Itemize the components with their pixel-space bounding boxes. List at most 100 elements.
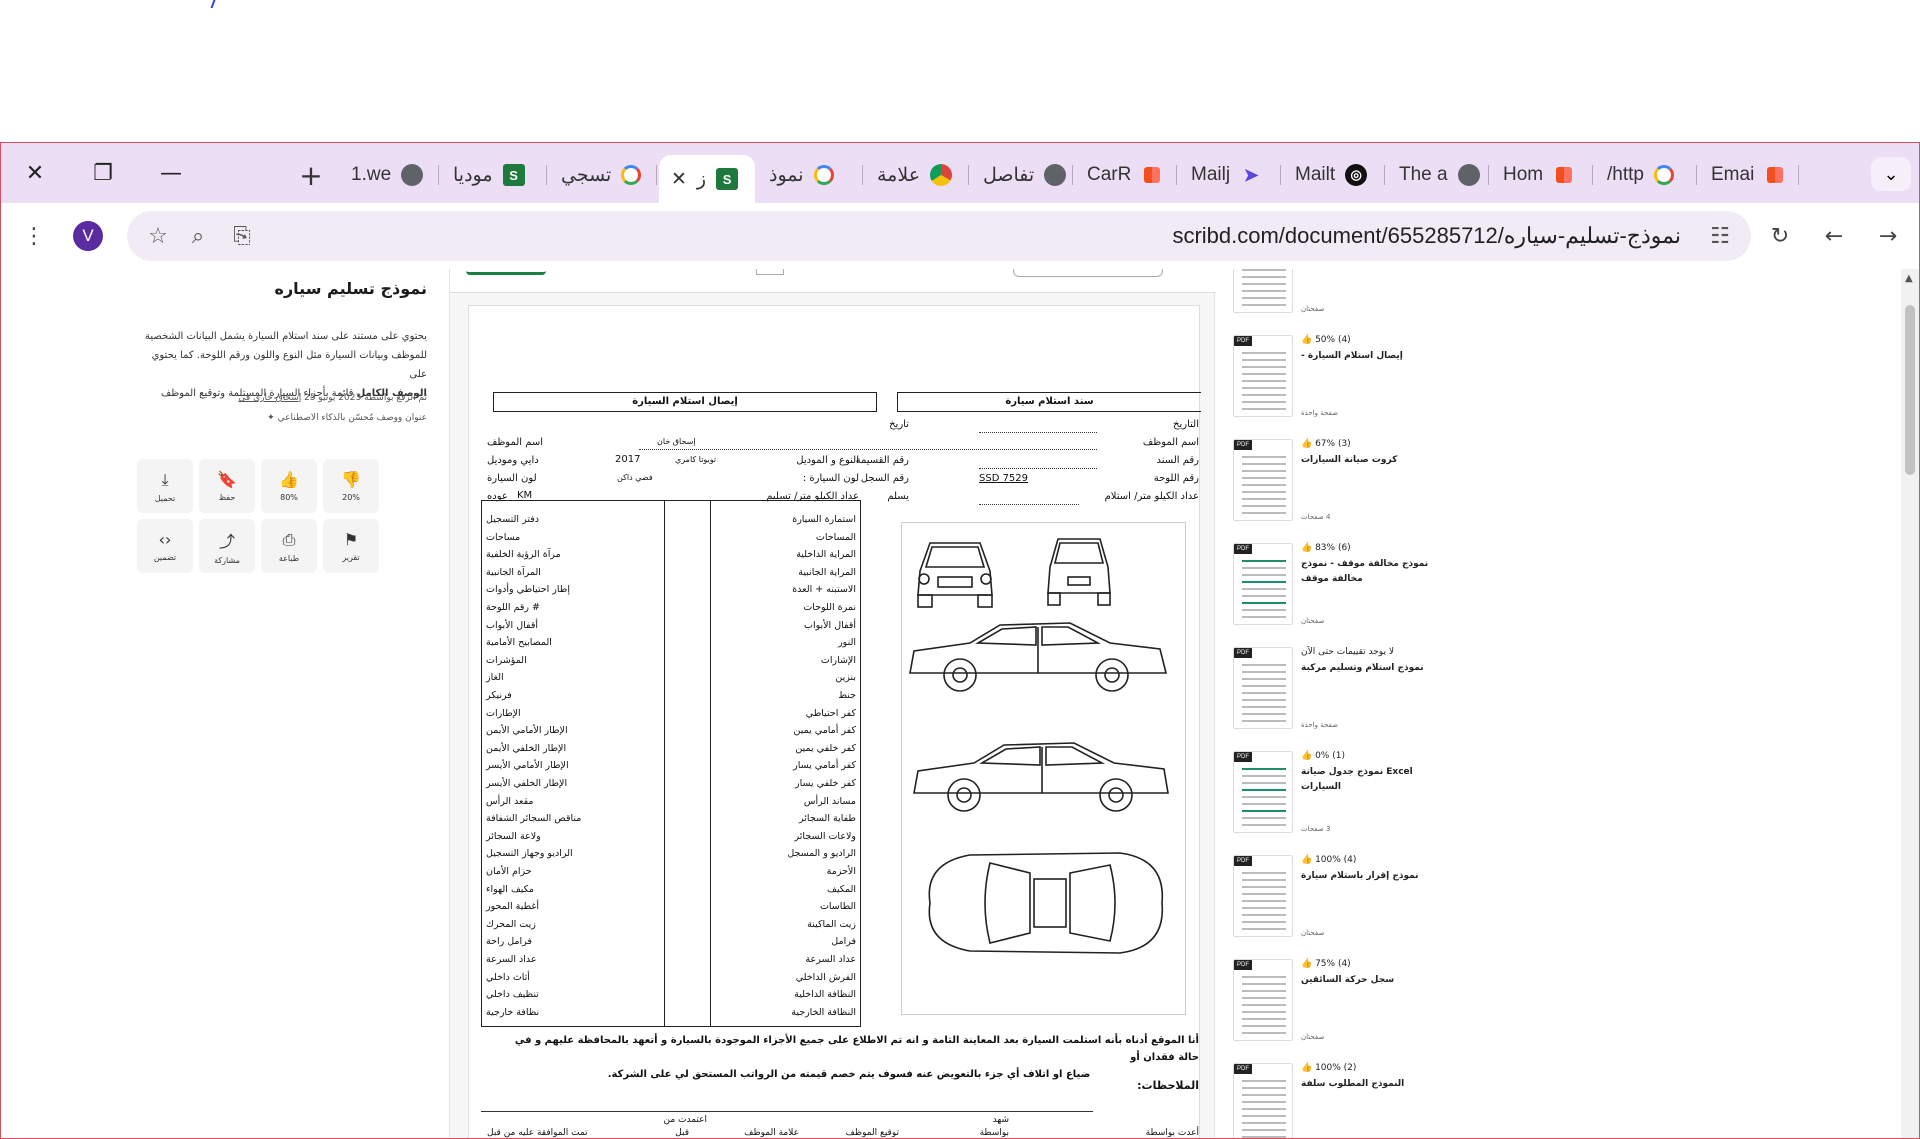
document-thumbnail[interactable]: PDF (1233, 855, 1293, 937)
tab-11[interactable]: Hom (1491, 155, 1593, 195)
item-arabic: الراديو و المسجل (787, 848, 856, 860)
zoom-icon[interactable]: ⌕ (183, 221, 213, 251)
document-thumbnail[interactable]: PDF (1233, 439, 1293, 521)
url-text[interactable]: scribd.com/document/655285712/نموذج-تسلي… (1172, 223, 1681, 249)
item-translated: الغاز (486, 672, 504, 684)
menu-kebab-icon[interactable]: ⋮ (15, 217, 53, 255)
document-thumbnail[interactable]: PDF (1233, 647, 1293, 729)
tab-10[interactable]: The a (1387, 155, 1489, 195)
related-document-card[interactable]: PDF 👍 0% (1) Excel نموذج جدول صيانة السيار… (1233, 745, 1433, 845)
odometer-receive-label: عداد الكيلو متر/ استلام (1104, 491, 1199, 502)
employee-name-value: إسحاق خان (657, 437, 696, 446)
action-label: 80% (280, 493, 298, 502)
action-label: طباعة (278, 553, 300, 563)
tab-1[interactable]: موديا S (441, 155, 547, 195)
related-document-title[interactable]: النموذج المطلوب سلفة (1301, 1077, 1431, 1092)
item-arabic: أقفال الأبواب (804, 619, 856, 631)
related-document-title[interactable]: Excel نموذج جدول صيانة السيارات (1301, 765, 1431, 795)
document-rating: 👍 100% (4) (1301, 855, 1356, 865)
page-edge-mark (1013, 269, 1163, 277)
thumbnail-line (1242, 574, 1286, 576)
back-arrow-icon[interactable]: ← (1815, 217, 1853, 255)
document-thumbnail[interactable]: PDF (1233, 751, 1293, 833)
related-document-title[interactable]: سجل حركة السائقين (1301, 973, 1431, 988)
item-arabic: المراية الجانبية (798, 566, 856, 578)
related-document-card[interactable]: PDF لا يوجد تقييمات حتى الآن نموذج استلام … (1233, 641, 1433, 741)
page-count: 4 صفحات (1301, 513, 1331, 521)
related-document-card[interactable]: PDF 👍 100% (2) النموذج المطلوب سلفة (1233, 1057, 1433, 1138)
related-documents: PDFنموذج فحص سيارة بيلة الآيصفحتانPDF👍 5… (1233, 269, 1433, 1138)
globe-icon (1457, 164, 1480, 186)
related-document-card[interactable]: PDF 👍 50% (4) إيصال استلام السيارة - صفحة و… (1233, 329, 1433, 429)
thumbnail-line (1242, 512, 1286, 514)
thumbnail-line (1242, 588, 1286, 590)
related-document-card[interactable]: PDFنموذج فحص سيارة بيلة الآيصفحتان (1233, 269, 1433, 325)
thumbnail-line (1242, 477, 1286, 479)
document-thumbnail[interactable]: PDF (1233, 269, 1293, 313)
tab-5[interactable]: علامة (865, 155, 969, 195)
new-tab-button[interactable]: + (291, 155, 331, 195)
scrollbar-thumb[interactable] (1905, 305, 1915, 475)
forward-arrow-icon[interactable]: → (1869, 217, 1907, 255)
action-button-1[interactable]: 🔖 حفظ (199, 459, 255, 513)
document-thumbnail[interactable]: PDF (1233, 1063, 1293, 1138)
close-window-icon[interactable]: ✕ (13, 155, 57, 191)
item-translated: تنظيف داخلي (486, 989, 539, 1001)
document-thumbnail[interactable]: PDF (1233, 543, 1293, 625)
page-scrollbar[interactable]: ▲ (1901, 269, 1919, 1138)
related-document-title[interactable]: نموذج استلام وتسليم مركبة (1301, 661, 1431, 676)
action-button-2[interactable]: 👍 80% (261, 459, 317, 513)
document-thumbnail[interactable]: PDF (1233, 959, 1293, 1041)
action-button-7[interactable]: ⚑ تقرير (323, 519, 379, 573)
translate-icon[interactable]: ⎘ (227, 221, 257, 251)
item-arabic: عداد السرعة (805, 954, 856, 965)
register-number-value: SSD 7529 (979, 473, 1029, 484)
table-row: كفر أمامي يسار الإطار الأمامي الأيسر (482, 757, 860, 775)
document-thumbnail[interactable]: PDF (1233, 335, 1293, 417)
tab-8[interactable]: Mailj ➤ (1179, 155, 1281, 195)
tab-2[interactable]: تسجي (549, 155, 657, 195)
action-button-3[interactable]: 👎 20% (323, 459, 379, 513)
profile-avatar[interactable]: V (73, 221, 103, 251)
thumbnail-line (1242, 470, 1286, 472)
item-translated: مرآة الرؤية الخلفية (486, 549, 561, 561)
bookmark-star-icon[interactable]: ☆ (143, 221, 173, 251)
related-document-title[interactable]: إيصال استلام السيارة - (1301, 349, 1431, 364)
thumbnail-line (1242, 713, 1286, 715)
site-settings-icon[interactable]: ☷ (1705, 221, 1735, 251)
close-tab-icon[interactable]: ✕ (671, 168, 687, 191)
related-document-card[interactable]: PDF 👍 100% (4) نموذج إقرار باستلام سيارة صف… (1233, 849, 1433, 949)
address-bar[interactable]: ☆ ⌕ ⎘ scribd.com/document/655285712/نموذ… (127, 211, 1751, 261)
related-document-title[interactable]: نموذج إقرار باستلام سيارة (1301, 869, 1431, 884)
related-document-card[interactable]: PDF 👍 83% (6) نموذج مخالفة موقف - نموذج مخ… (1233, 537, 1433, 637)
google-icon (1653, 165, 1674, 185)
tab-4[interactable]: نموذ (757, 155, 863, 195)
reload-icon[interactable]: ↻ (1761, 217, 1799, 255)
action-button-0[interactable]: ⤓ تحميل (137, 459, 193, 513)
action-button-4[interactable]: ‹› تضمين (137, 519, 193, 573)
minimize-window-icon[interactable]: — (149, 155, 193, 191)
action-button-6[interactable]: ⎙ طباعة (261, 519, 317, 573)
action-button-5[interactable]: ⤴ مشاركة (199, 519, 255, 573)
scroll-up-arrow-icon[interactable]: ▲ (1905, 273, 1913, 284)
related-document-title[interactable]: كروت صيانة السيارات (1301, 453, 1431, 468)
tab-7[interactable]: CarR (1075, 155, 1177, 195)
tab-9[interactable]: Mailt ◎ (1283, 155, 1385, 195)
related-document-card[interactable]: PDF 👍 75% (4) سجل حركة السائقين صفحتان (1233, 953, 1433, 1053)
related-document-card[interactable]: PDF 👍 67% (3) كروت صيانة السيارات 4 صفحات (1233, 433, 1433, 533)
thumbnail-line (1242, 1011, 1286, 1013)
tab-search-dropdown-icon[interactable]: ⌄ (1871, 157, 1911, 191)
rating-text: 100% (4) (1315, 855, 1357, 865)
item-arabic: ولاعات السجائر (794, 830, 856, 842)
uploader-link[interactable]: إسحاق خاري في (238, 393, 301, 403)
action-icon: ⤓ (161, 469, 169, 489)
tab-3[interactable]: ✕ ز S (659, 155, 755, 203)
tab-0[interactable]: 1.we (339, 155, 439, 195)
employee-name-label: اسم الموظف (1142, 437, 1199, 448)
thumbnail-line (1242, 997, 1286, 999)
tab-13[interactable]: Emai (1699, 155, 1799, 195)
tab-12[interactable]: /http (1595, 155, 1697, 195)
related-document-title[interactable]: نموذج مخالفة موقف - نموذج مخالفة موقف (1301, 557, 1431, 587)
restore-window-icon[interactable]: ❐ (81, 155, 125, 191)
tab-6[interactable]: تفاصل (971, 155, 1073, 195)
